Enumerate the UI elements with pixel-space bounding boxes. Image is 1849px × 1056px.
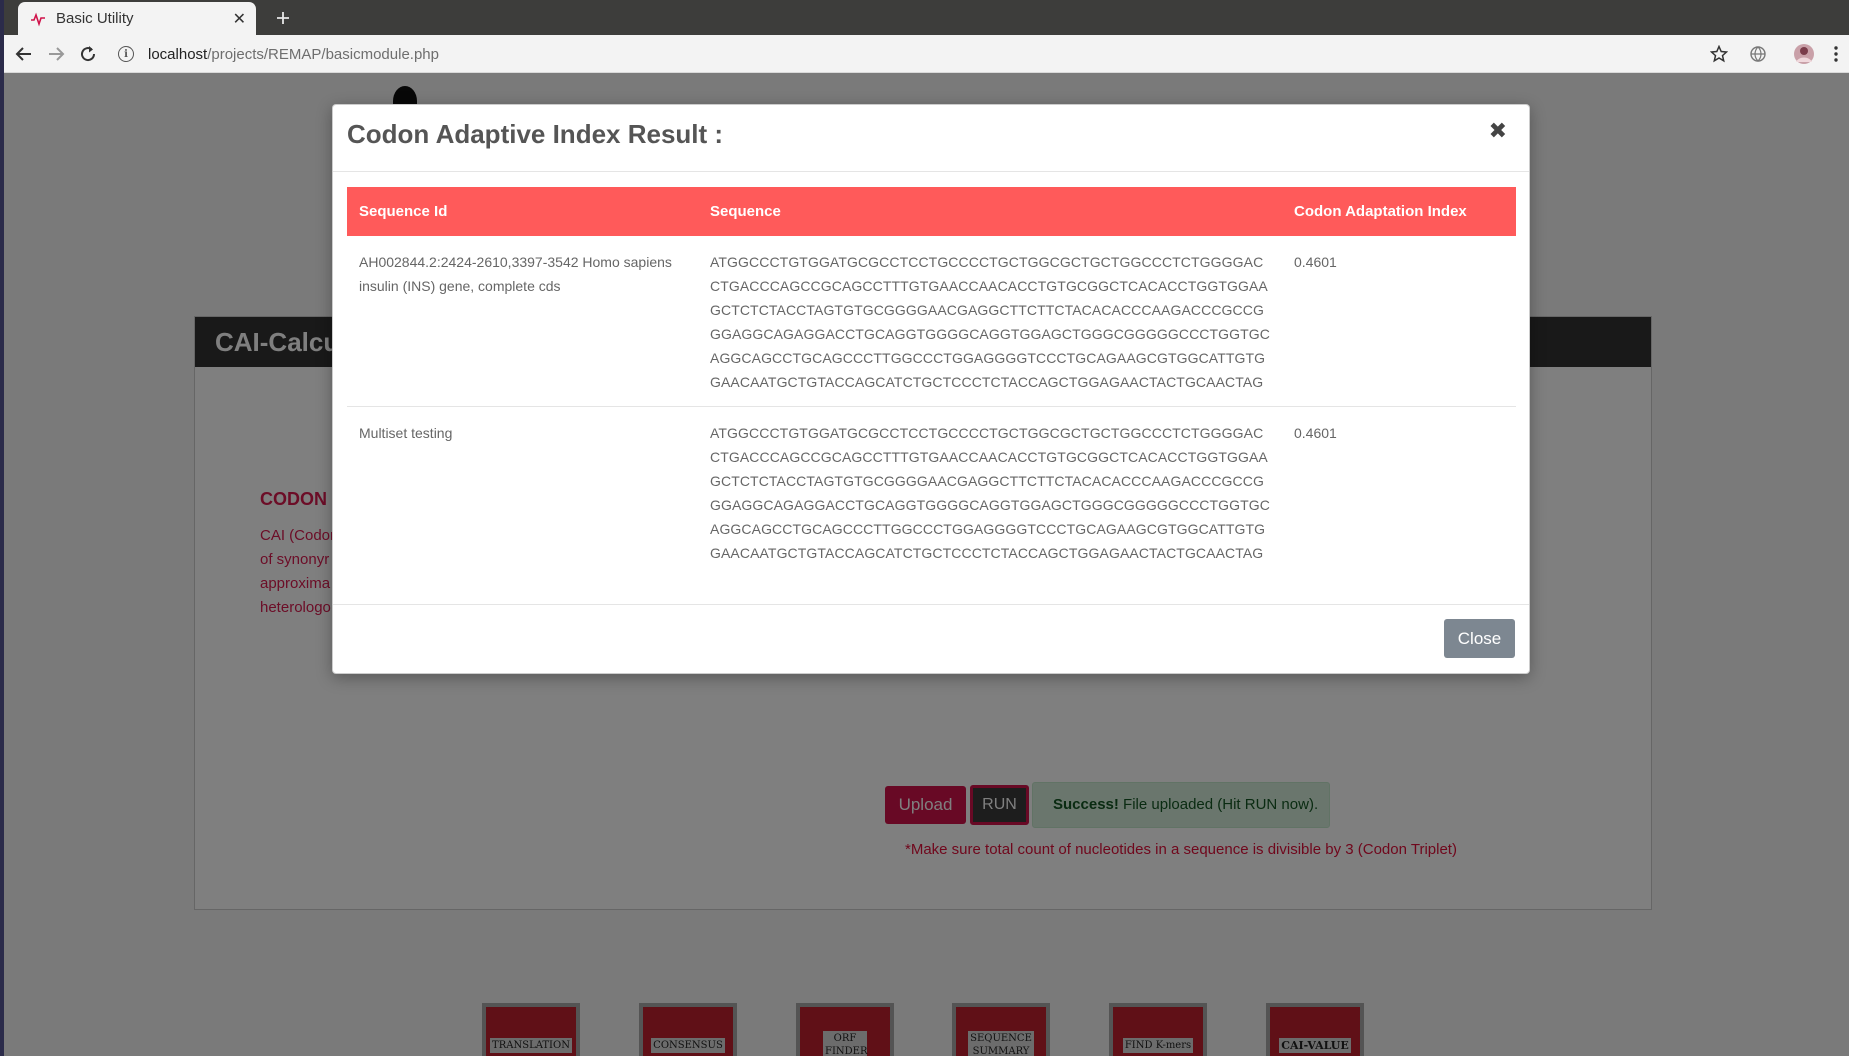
profile-button[interactable]	[1792, 42, 1816, 66]
avatar-icon	[1794, 44, 1814, 64]
sequence-cell: ATGGCCCTGTGGATGCGCCTCCTGCCCCTGCTGGCGCTGC…	[710, 425, 1270, 561]
back-button[interactable]	[12, 42, 36, 66]
tab-title: Basic Utility	[56, 10, 134, 27]
table-row: AH002844.2:2424-2610,3397-3542 Homo sapi…	[347, 236, 1516, 407]
kebab-menu-icon	[1834, 46, 1838, 62]
window-edge	[0, 0, 4, 1056]
table-header-row: Sequence Id Sequence Codon Adaptation In…	[347, 187, 1516, 236]
browser-menu-button[interactable]	[1824, 42, 1848, 66]
reload-icon	[81, 46, 96, 62]
translate-button[interactable]	[1746, 42, 1770, 66]
forward-button[interactable]	[44, 42, 68, 66]
result-modal: Codon Adaptive Index Result : ✖ Sequence…	[332, 104, 1530, 674]
browser-tab[interactable]: Basic Utility ✕	[18, 2, 256, 35]
reload-button[interactable]	[76, 42, 100, 66]
close-button[interactable]: Close	[1444, 619, 1515, 658]
url-text: localhost/projects/REMAP/basicmodule.php	[148, 45, 439, 63]
sequence-id-cell: Multiset testing	[359, 425, 453, 441]
sequence-id-cell: AH002844.2:2424-2610,3397-3542 Homo sapi…	[347, 236, 698, 407]
new-tab-button[interactable]	[270, 5, 296, 31]
arrow-left-icon	[15, 47, 31, 61]
arrow-right-icon	[49, 47, 65, 61]
close-icon[interactable]: ✖	[1489, 119, 1507, 144]
modal-title: Codon Adaptive Index Result :	[347, 119, 724, 149]
plus-icon	[277, 12, 289, 24]
tab-strip: Basic Utility ✕	[0, 0, 1849, 35]
tab-close-icon[interactable]: ✕	[233, 9, 246, 28]
cai-cell: 0.4601	[1282, 236, 1516, 407]
heartbeat-icon	[30, 11, 46, 27]
column-header-sequence: Sequence	[698, 187, 1282, 236]
address-bar[interactable]: i localhost/projects/REMAP/basicmodule.p…	[118, 38, 1688, 70]
info-icon[interactable]: i	[118, 46, 134, 62]
result-table: Sequence Id Sequence Codon Adaptation In…	[347, 187, 1516, 577]
column-header-sequence-id: Sequence Id	[347, 187, 698, 236]
sequence-cell: ATGGCCCTGTGGATGCGCCTCCTGCCCCTGCTGGCGCTGC…	[698, 236, 1282, 407]
bookmark-button[interactable]	[1707, 42, 1731, 66]
column-header-cai: Codon Adaptation Index	[1282, 187, 1516, 236]
globe-icon	[1750, 46, 1766, 62]
modal-footer: Close	[333, 604, 1529, 674]
browser-toolbar: i localhost/projects/REMAP/basicmodule.p…	[0, 35, 1849, 73]
table-row: Multiset testing ATGGCCCTGTGGATGCGCCTCCT…	[347, 407, 1516, 578]
modal-header: Codon Adaptive Index Result : ✖	[333, 105, 1529, 172]
star-icon	[1710, 45, 1728, 63]
cai-cell: 0.4601	[1294, 425, 1337, 441]
